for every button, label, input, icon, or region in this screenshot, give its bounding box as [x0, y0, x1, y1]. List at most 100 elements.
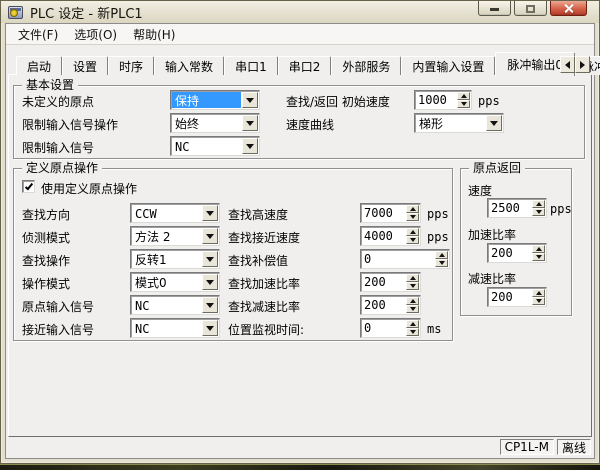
- spinner: [406, 297, 419, 313]
- menu-options[interactable]: 选项(O): [66, 24, 125, 45]
- origin-input-signal-label: 原点输入信号: [22, 298, 94, 315]
- search-decel-ratio-field[interactable]: 200: [360, 295, 421, 315]
- spin-down-button[interactable]: [406, 213, 419, 221]
- limit-input-operation-combo[interactable]: 始终: [170, 113, 260, 133]
- desktop-edge: [0, 464, 600, 470]
- operation-mode-combo[interactable]: 模式0: [130, 272, 220, 292]
- window-controls: [478, 1, 587, 16]
- speed-curve-combo[interactable]: 梯形: [414, 113, 504, 133]
- spin-up-button[interactable]: [406, 228, 419, 236]
- search-approach-speed-field[interactable]: 4000: [360, 226, 421, 246]
- spin-down-button[interactable]: [406, 236, 419, 244]
- spin-up-button[interactable]: [532, 289, 545, 297]
- status-connection: 离线: [557, 439, 591, 455]
- search-high-speed-field[interactable]: 7000: [360, 203, 421, 223]
- tab-settings[interactable]: 设置: [62, 56, 108, 75]
- triangle-down-icon: [490, 121, 498, 126]
- chevron-down-icon[interactable]: [242, 115, 258, 131]
- chevron-down-icon[interactable]: [242, 92, 258, 108]
- tab-scroll-right-button[interactable]: [575, 56, 590, 73]
- undefined-origin-value: 保持: [172, 92, 241, 108]
- chevron-down-icon[interactable]: [242, 138, 258, 154]
- tab-scroll-left-button[interactable]: [560, 56, 575, 73]
- tab-external-service[interactable]: 外部服务: [331, 56, 401, 75]
- triangle-up-icon: [536, 247, 542, 251]
- chevron-down-icon[interactable]: [202, 297, 218, 313]
- chevron-down-icon[interactable]: [202, 205, 218, 221]
- triangle-down-icon: [410, 307, 416, 311]
- tab-startup[interactable]: 启动: [16, 56, 62, 75]
- search-direction-combo[interactable]: CCW: [130, 203, 220, 223]
- spin-down-button[interactable]: [532, 208, 545, 216]
- triangle-up-icon: [410, 322, 416, 326]
- search-approach-speed-unit: pps: [427, 230, 449, 244]
- spin-down-button[interactable]: [406, 282, 419, 290]
- chevron-down-icon[interactable]: [202, 274, 218, 290]
- spin-down-button[interactable]: [406, 305, 419, 313]
- return-accel-ratio-value: 200: [488, 244, 531, 262]
- tab-serial-2[interactable]: 串口2: [278, 56, 332, 75]
- triangle-down-icon: [536, 299, 542, 303]
- tab-serial-1[interactable]: 串口1: [224, 56, 278, 75]
- search-operation-combo[interactable]: 反转1: [130, 249, 220, 269]
- search-accel-ratio-field[interactable]: 200: [360, 272, 421, 292]
- return-speed-value: 2500: [488, 199, 531, 217]
- close-button[interactable]: [550, 1, 587, 16]
- search-direction-label: 查找方向: [22, 206, 70, 223]
- spin-up-button[interactable]: [457, 92, 470, 100]
- search-operation-label: 查找操作: [22, 252, 70, 269]
- search-accel-ratio-label: 查找加速比率: [228, 275, 300, 292]
- tab-builtin-input[interactable]: 内置输入设置: [401, 56, 495, 75]
- use-origin-operation-checkbox[interactable]: [22, 180, 35, 193]
- minimize-button[interactable]: [478, 1, 511, 16]
- spin-up-button[interactable]: [406, 274, 419, 282]
- spin-up-button[interactable]: [532, 245, 545, 253]
- detection-mode-value: 方法 2: [132, 228, 201, 244]
- initial-speed-label: 查找/返回 初始速度: [286, 93, 390, 110]
- undefined-origin-combo[interactable]: 保持: [170, 90, 260, 110]
- approach-input-signal-combo[interactable]: NC: [130, 318, 220, 338]
- return-speed-field[interactable]: 2500: [487, 198, 547, 218]
- spin-up-button[interactable]: [532, 200, 545, 208]
- spinner: [406, 205, 419, 221]
- position-monitor-time-field[interactable]: 0: [360, 318, 421, 338]
- status-device: CP1L-M: [500, 439, 554, 455]
- spin-down-button[interactable]: [532, 253, 545, 261]
- triangle-down-icon: [410, 215, 416, 219]
- return-speed-label: 速度: [468, 182, 492, 199]
- spinner: [532, 200, 545, 216]
- search-compensation-field[interactable]: 0: [360, 249, 450, 269]
- search-direction-value: CCW: [132, 205, 201, 221]
- tab-input-constant[interactable]: 输入常数: [154, 56, 224, 75]
- menu-file[interactable]: 文件(F): [10, 24, 66, 45]
- spin-up-button[interactable]: [406, 205, 419, 213]
- spin-down-button[interactable]: [532, 297, 545, 305]
- spin-down-button[interactable]: [406, 328, 419, 336]
- chevron-down-icon[interactable]: [202, 251, 218, 267]
- chevron-down-icon[interactable]: [202, 320, 218, 336]
- triangle-down-icon: [206, 280, 214, 285]
- maximize-button[interactable]: [514, 1, 547, 16]
- menu-help[interactable]: 帮助(H): [125, 24, 183, 45]
- triangle-up-icon: [410, 276, 416, 280]
- tab-timing[interactable]: 时序: [108, 56, 154, 75]
- triangle-down-icon: [246, 98, 254, 103]
- title-bar[interactable]: PLC 设定 - 新PLC1: [1, 1, 599, 23]
- spin-up-button[interactable]: [435, 251, 448, 259]
- origin-input-signal-combo[interactable]: NC: [130, 295, 220, 315]
- chevron-down-icon[interactable]: [202, 228, 218, 244]
- limit-input-signal-combo[interactable]: NC: [170, 136, 260, 156]
- spin-up-button[interactable]: [406, 297, 419, 305]
- spin-down-button[interactable]: [435, 259, 448, 267]
- spin-up-button[interactable]: [406, 320, 419, 328]
- return-accel-ratio-field[interactable]: 200: [487, 243, 547, 263]
- spin-down-button[interactable]: [457, 100, 470, 108]
- triangle-down-icon: [461, 102, 467, 106]
- initial-speed-field[interactable]: 1000: [414, 90, 472, 110]
- speed-curve-value: 梯形: [416, 115, 485, 131]
- detection-mode-combo[interactable]: 方法 2: [130, 226, 220, 246]
- return-decel-ratio-field[interactable]: 200: [487, 287, 547, 307]
- chevron-down-icon[interactable]: [486, 115, 502, 131]
- triangle-up-icon: [410, 207, 416, 211]
- origin-return-group: 原点返回 速度 2500 pps 加速比率 200: [460, 168, 572, 316]
